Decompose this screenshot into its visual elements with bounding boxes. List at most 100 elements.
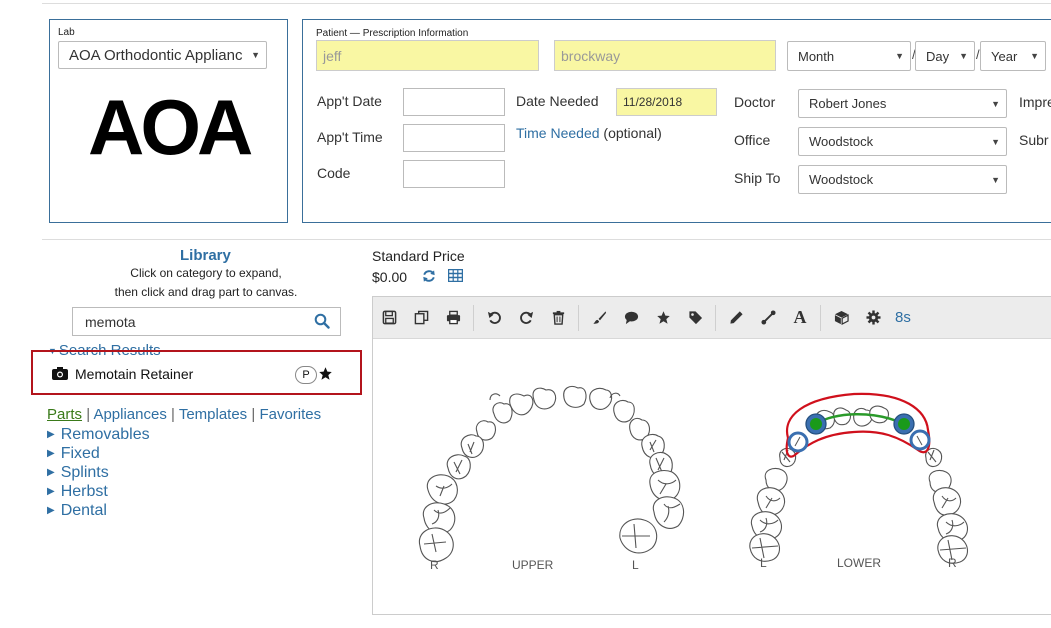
star-icon[interactable] (651, 306, 675, 330)
result-badge: P (295, 366, 317, 384)
category-dental[interactable]: ▶ Dental (47, 501, 150, 520)
category-label: Herbst (60, 482, 108, 500)
upper-l-label: L (632, 558, 639, 572)
paintbrush-icon[interactable] (587, 306, 611, 330)
tab-favorites[interactable]: Favorites (259, 406, 321, 423)
caret-right-icon: ▶ (47, 505, 55, 516)
toolbar-separator (578, 304, 579, 331)
tab-separator: | (86, 406, 91, 423)
dob-day-select[interactable]: Day ▼ (915, 41, 975, 71)
cube-icon[interactable] (829, 306, 853, 330)
category-label: Dental (60, 501, 107, 519)
redo-icon[interactable] (514, 306, 538, 330)
table-icon[interactable] (448, 269, 463, 282)
category-removables[interactable]: ▶ Removables (47, 425, 150, 444)
lab-panel: Lab AOA Orthodontic Applianc ▼ AOA (49, 19, 288, 223)
ship-to-value: Woodstock (809, 172, 874, 187)
retainer-band-right[interactable] (893, 413, 915, 435)
date-needed-label: Date Needed (516, 93, 599, 109)
lower-arch[interactable] (749, 405, 969, 564)
submit-label: Subr (1019, 132, 1049, 148)
tag-icon[interactable] (683, 306, 707, 330)
trash-icon[interactable] (546, 306, 570, 330)
time-needed-row: Time Needed (optional) (516, 125, 662, 141)
upper-label: UPPER (512, 558, 554, 572)
category-fixed[interactable]: ▶ Fixed (47, 444, 150, 463)
caret-right-icon: ▶ (47, 448, 55, 459)
first-name-field[interactable]: jeff (316, 40, 539, 71)
appt-time-input[interactable] (403, 124, 505, 152)
chevron-down-icon: ▼ (1030, 51, 1039, 61)
library-title: Library (180, 247, 231, 264)
doctor-value: Robert Jones (809, 96, 887, 111)
timer-label: 8s (895, 309, 911, 326)
office-value: Woodstock (809, 134, 874, 149)
copy-icon[interactable] (409, 306, 433, 330)
time-needed-link[interactable]: Time Needed (516, 125, 600, 141)
dob-month-select[interactable]: Month ▼ (787, 41, 911, 71)
refresh-icon[interactable] (422, 269, 436, 283)
date-needed-input[interactable]: 11/28/2018 (616, 88, 717, 116)
library-tabs: Parts | Appliances | Templates | Favorit… (47, 406, 321, 423)
caret-right-icon: ▶ (47, 467, 55, 478)
chevron-down-icon: ▼ (959, 51, 968, 61)
last-name-field[interactable]: brockway (554, 40, 776, 71)
star-icon[interactable] (318, 366, 333, 381)
category-herbst[interactable]: ▶ Herbst (47, 482, 150, 501)
optional-label: (optional) (603, 125, 662, 141)
connector-icon[interactable] (756, 306, 780, 330)
doctor-select[interactable]: Robert Jones ▼ (798, 89, 1007, 118)
office-select[interactable]: Woodstock ▼ (798, 127, 1007, 156)
search-result-item[interactable]: Memotain Retainer P (52, 366, 342, 384)
appt-date-input[interactable] (403, 88, 505, 116)
tab-appliances[interactable]: Appliances (93, 406, 166, 423)
category-label: Splints (60, 463, 109, 481)
lower-l-label: L (760, 556, 767, 570)
dob-year-select[interactable]: Year ▼ (980, 41, 1046, 71)
section-divider (42, 239, 1051, 240)
retainer-clasp-left[interactable] (787, 431, 809, 453)
library-hint-2: then click and drag part to canvas. (114, 285, 298, 299)
toolbar-separator (820, 304, 821, 331)
editor-toolbar: A 8s (373, 297, 1051, 339)
undo-icon[interactable] (482, 306, 506, 330)
retainer-band-left[interactable] (805, 413, 827, 435)
library-hint-1: Click on category to expand, (130, 266, 282, 280)
dental-canvas[interactable]: R UPPER L L LOWER R (374, 340, 1050, 610)
doctor-label: Doctor (734, 94, 776, 110)
upper-arch-right[interactable] (563, 385, 685, 554)
print-icon[interactable] (441, 306, 465, 330)
tab-parts[interactable]: Parts (47, 406, 82, 423)
code-input[interactable] (403, 160, 505, 188)
office-label: Office (734, 132, 771, 148)
top-divider (42, 3, 1051, 4)
appt-date-label: App't Date (317, 93, 382, 109)
library-search-input[interactable]: memota (72, 307, 341, 336)
chevron-down-icon: ▼ (991, 98, 1000, 109)
chevron-down-icon: ▼ (895, 51, 904, 61)
toolbar-separator (715, 304, 716, 331)
comment-icon[interactable] (619, 306, 643, 330)
upper-arch[interactable] (418, 387, 557, 563)
save-icon[interactable] (377, 306, 401, 330)
lab-select-value: AOA Orthodontic Applianc (69, 46, 243, 64)
category-splints[interactable]: ▶ Splints (47, 463, 150, 482)
search-icon[interactable] (314, 313, 330, 329)
gear-icon[interactable] (861, 306, 885, 330)
result-name: Memotain Retainer (75, 366, 194, 382)
impressions-label: Impre (1019, 94, 1051, 110)
library-search-value: memota (85, 313, 136, 330)
tab-templates[interactable]: Templates (179, 406, 247, 423)
retainer-clasp-right[interactable] (909, 429, 931, 451)
dob-month-value: Month (798, 48, 835, 64)
tab-separator: | (251, 406, 256, 423)
tab-separator: | (171, 406, 175, 423)
ship-to-select[interactable]: Woodstock ▼ (798, 165, 1007, 194)
price-value: $0.00 (372, 269, 408, 285)
lab-select[interactable]: AOA Orthodontic Applianc ▼ (58, 41, 267, 69)
text-icon[interactable]: A (788, 306, 812, 330)
toolbar-separator (473, 304, 474, 331)
chevron-down-icon: ▼ (991, 136, 1000, 147)
pencil-icon[interactable] (724, 306, 748, 330)
code-label: Code (317, 165, 351, 181)
